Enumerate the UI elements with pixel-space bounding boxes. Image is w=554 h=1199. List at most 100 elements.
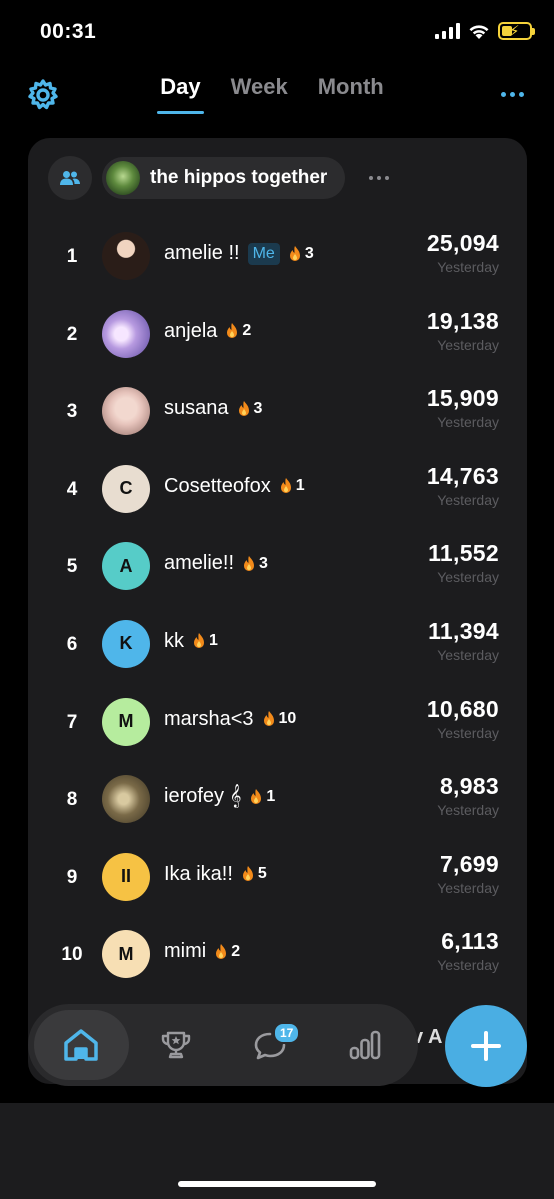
avatar-letter: II: [120, 866, 131, 887]
leaderboard-row[interactable]: 8 ierofey 𝄞 1 8,983 Yesterday: [28, 769, 527, 847]
flame-icon: [289, 245, 300, 261]
group-chip[interactable]: the hippos together: [102, 157, 346, 199]
nav-chat[interactable]: 17: [223, 1010, 318, 1080]
streak-badge: 2: [225, 322, 251, 340]
score-period: Yesterday: [437, 646, 499, 663]
leaderboard-row[interactable]: 10 M mimi 2 6,113 Yesterday: [28, 924, 527, 1002]
tab-day[interactable]: Day: [157, 74, 205, 114]
status-icons: ⚡: [435, 22, 535, 40]
add-button[interactable]: [445, 1005, 527, 1087]
avatar-letter: A: [119, 555, 133, 576]
avatar-letter: K: [119, 633, 133, 654]
nav-home[interactable]: [34, 1010, 129, 1080]
plus-icon: [471, 1031, 501, 1061]
streak-badge: 3: [288, 245, 314, 263]
leaderboard-row[interactable]: 3 susana 3 15,909 Yesterday: [28, 381, 527, 459]
streak-badge: 3: [242, 555, 268, 573]
leaderboard-row[interactable]: 6 K kk 1 11,394 Yesterday: [28, 614, 527, 692]
leaderboard-list: 1 amelie !! Me 3 25,094 Yesterday 2 anje…: [28, 226, 527, 1002]
username: amelie !!: [164, 242, 240, 264]
score-value: 10,680: [426, 695, 499, 722]
flame-icon: [227, 323, 238, 339]
flame-icon: [244, 555, 255, 571]
rank-number: 4: [66, 478, 78, 500]
score-period: Yesterday: [437, 414, 499, 431]
rank-number: 5: [66, 556, 78, 578]
streak-badge: 1: [279, 477, 305, 495]
avatar[interactable]: M: [102, 697, 150, 746]
trophy-icon: [161, 1031, 190, 1059]
cellular-signal-icon: [435, 23, 460, 39]
score-period: Yesterday: [437, 802, 499, 819]
nav-stats[interactable]: [318, 1010, 413, 1080]
avatar-letter: M: [118, 711, 134, 732]
tab-week[interactable]: Week: [231, 74, 288, 114]
rank-number: 6: [66, 633, 78, 655]
leaderboard-row[interactable]: 2 anjela 2 19,138 Yesterday: [28, 304, 527, 382]
streak-badge: 2: [214, 943, 240, 961]
score-value: 15,909: [426, 385, 499, 412]
name-group: ierofey 𝄞 1: [164, 785, 275, 808]
score: 8,983 Yesterday: [437, 773, 499, 818]
name-group: marsha<3 10: [164, 708, 296, 731]
leaderboard-card: the hippos together 1 amelie !! Me 3 25,…: [28, 138, 527, 1084]
bottom-navigation: 17: [28, 1004, 418, 1086]
rank-number: 8: [66, 789, 78, 811]
streak-badge: 1: [192, 632, 218, 650]
avatar-letter: C: [119, 478, 133, 499]
nav-trophy[interactable]: [129, 1010, 224, 1080]
score-value: 6,113: [441, 928, 499, 955]
leaderboard-row[interactable]: 5 A amelie!! 3 11,552 Yesterday: [28, 536, 527, 614]
leaderboard-row[interactable]: 7 M marsha<3 10 10,680 Yesterday: [28, 692, 527, 770]
more-options-icon[interactable]: [501, 92, 524, 97]
leaderboard-row[interactable]: 4 C Cosetteofox 1 14,763 Yesterday: [28, 459, 527, 537]
avatar[interactable]: [102, 309, 150, 358]
group-name: the hippos together: [150, 167, 328, 188]
avatar[interactable]: II: [102, 852, 150, 901]
streak-count: 1: [209, 632, 218, 650]
group-members-button[interactable]: [48, 156, 92, 200]
avatar[interactable]: M: [102, 930, 150, 979]
streak-count: 2: [242, 322, 252, 340]
avatar[interactable]: [102, 232, 150, 280]
score-value: 25,094: [426, 230, 499, 256]
score: 19,138 Yesterday: [427, 308, 499, 353]
people-icon: [60, 171, 80, 185]
streak-count: 3: [259, 554, 268, 572]
name-group: Ika ika!! 5: [164, 863, 267, 886]
score-period: Yesterday: [437, 957, 499, 974]
streak-badge: 1: [249, 788, 275, 806]
avatar[interactable]: A: [102, 542, 150, 591]
name-group: kk 1: [164, 630, 218, 653]
avatar[interactable]: [102, 775, 150, 824]
name-group: amelie !! Me 3: [164, 242, 314, 265]
flame-icon: [238, 400, 249, 416]
tab-month[interactable]: Month: [318, 74, 384, 114]
avatar[interactable]: K: [102, 619, 150, 668]
leaderboard-row[interactable]: 1 amelie !! Me 3 25,094 Yesterday: [28, 226, 527, 304]
score: 11,394 Yesterday: [428, 618, 499, 663]
flame-icon: [216, 943, 227, 959]
streak-count: 2: [231, 942, 241, 960]
username: anjela: [164, 319, 218, 342]
avatar[interactable]: [102, 387, 150, 436]
flame-icon: [263, 711, 274, 727]
score-value: 7,699: [439, 850, 499, 877]
leaderboard-row[interactable]: 9 II Ika ika!! 5 7,699 Yesterday: [28, 847, 527, 925]
username: Ika ika!!: [164, 862, 233, 885]
wifi-icon: [469, 24, 489, 39]
period-tabs: Day Week Month: [0, 74, 554, 114]
streak-count: 1: [266, 787, 276, 805]
avatar[interactable]: C: [102, 464, 150, 513]
rank-number: 1: [66, 246, 78, 267]
streak-count: 5: [257, 865, 267, 883]
stats-icon: [349, 1030, 381, 1060]
group-options-icon[interactable]: [369, 176, 390, 180]
streak-count: 10: [278, 710, 297, 728]
username: Cosetteofox: [164, 474, 271, 497]
rank-number: 3: [66, 401, 78, 423]
score-period: Yesterday: [437, 336, 499, 353]
score: 11,552 Yesterday: [428, 540, 499, 585]
score-value: 8,983: [439, 773, 499, 800]
chat-unread-badge: 17: [273, 1022, 301, 1044]
